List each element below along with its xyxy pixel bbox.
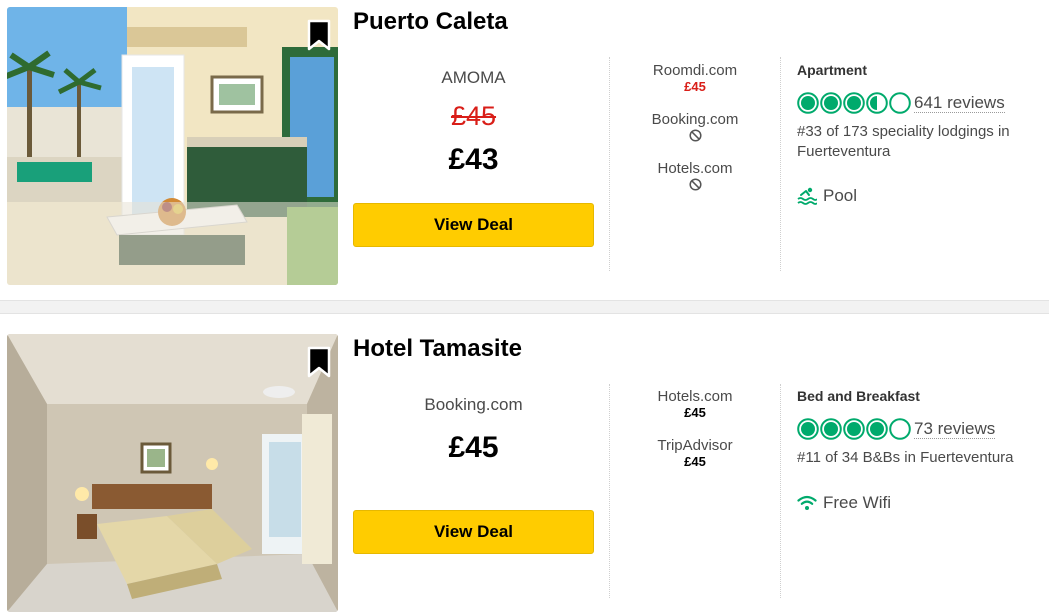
offer-site: Hotels.com <box>657 388 733 405</box>
deal-provider: AMOMA <box>441 68 506 87</box>
divider <box>609 384 610 598</box>
unavailable-icon <box>688 129 702 142</box>
rating-bubble-icon <box>843 418 865 440</box>
hotel-listing-puerto-caleta: Puerto Caleta AMOMA £45 £43 View Deal Ro… <box>0 0 1049 285</box>
rating-bubble-icon <box>797 92 819 114</box>
offer-price: £45 <box>684 454 706 469</box>
hotel-photo[interactable] <box>7 334 338 612</box>
rating-bubbles <box>797 418 911 440</box>
rating: 641 reviews <box>797 92 1005 114</box>
rating-bubble-icon <box>843 92 865 114</box>
offer-roomdi[interactable]: Roomdi.com £45 <box>612 62 778 94</box>
divider <box>609 57 610 271</box>
divider <box>780 384 781 598</box>
rating-bubbles <box>797 92 911 114</box>
reviews-link[interactable]: 641 reviews <box>914 93 1005 113</box>
offer-site: TripAdvisor <box>657 437 733 454</box>
pool-icon <box>797 187 817 205</box>
lodging-type: Apartment <box>797 62 868 78</box>
unavailable-icon <box>688 178 702 191</box>
rating-bubble-icon <box>797 418 819 440</box>
strikethrough-price: £45 <box>450 101 497 131</box>
hotel-name[interactable]: Puerto Caleta <box>353 8 508 36</box>
rating-bubble-icon <box>866 418 888 440</box>
offer-hotels[interactable]: Hotels.com <box>612 160 778 191</box>
amenity-label: Pool <box>823 186 858 205</box>
amenity: Free Wifi <box>797 493 891 513</box>
offer-hotels[interactable]: Hotels.com £45 <box>612 388 778 420</box>
deal-price: £45 <box>448 431 499 464</box>
popularity-rank: #11 of 34 B&Bs in Fuerteventura <box>797 449 1014 466</box>
rating-bubble-icon <box>866 92 888 114</box>
offer-booking[interactable]: Booking.com <box>612 111 778 142</box>
lodging-type: Bed and Breakfast <box>797 388 920 404</box>
amenity-label: Free Wifi <box>823 493 891 512</box>
offer-price: £45 <box>684 405 706 420</box>
deal-price: £43 <box>448 143 499 176</box>
offer-site: Booking.com <box>651 111 739 128</box>
rating-bubble-icon <box>820 92 842 114</box>
wifi-icon <box>797 495 817 510</box>
deal-provider: Booking.com <box>424 395 523 414</box>
hotel-photo[interactable] <box>7 7 338 285</box>
rating-bubble-icon <box>889 418 911 440</box>
rating-bubble-icon <box>820 418 842 440</box>
listing-separator <box>0 300 1049 314</box>
offer-tripadvisor[interactable]: TripAdvisor £45 <box>612 437 778 469</box>
hotel-listing-hotel-tamasite: Hotel Tamasite Booking.com £45 View Deal… <box>0 327 1049 612</box>
popularity-rank: #33 of 173 speciality lodgings in Fuerte… <box>797 123 1010 160</box>
offer-site: Hotels.com <box>657 160 733 177</box>
offer-price: £45 <box>684 79 706 94</box>
rating: 73 reviews <box>797 418 996 440</box>
bookmark-icon[interactable] <box>307 346 331 378</box>
rating-bubble-icon <box>889 92 911 114</box>
view-deal-button[interactable]: View Deal <box>353 510 594 554</box>
amenity: Pool <box>797 186 857 206</box>
hotel-name[interactable]: Hotel Tamasite <box>353 335 522 363</box>
offer-site: Roomdi.com <box>652 62 738 79</box>
bookmark-icon[interactable] <box>307 19 331 51</box>
view-deal-button[interactable]: View Deal <box>353 203 594 247</box>
divider <box>780 57 781 271</box>
reviews-link[interactable]: 73 reviews <box>914 419 996 439</box>
